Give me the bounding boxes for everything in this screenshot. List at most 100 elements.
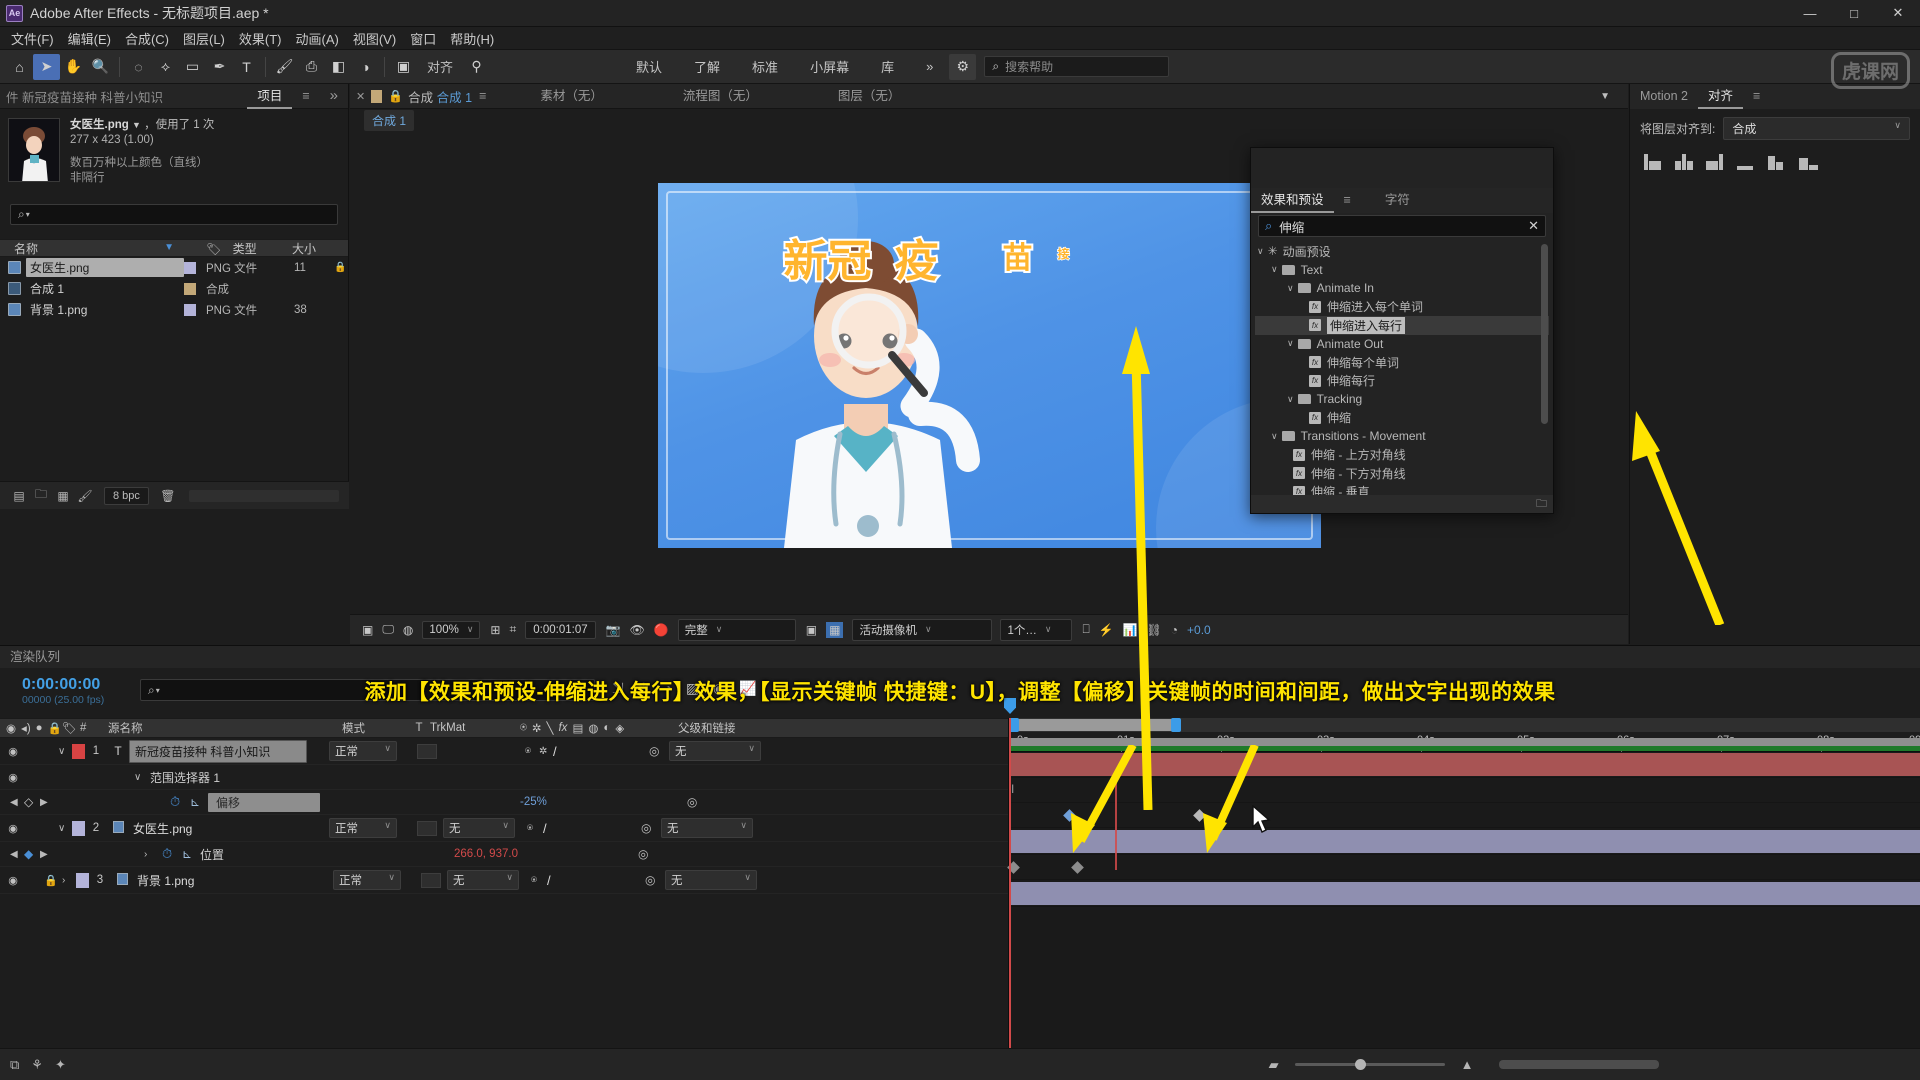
pen-tool-icon[interactable]: ✒ [206,54,233,80]
sort-descending-icon[interactable]: ▼ [164,242,174,253]
layer-trkmat-select[interactable]: 无 ∨ [443,818,515,838]
parent-pickwhip-icon[interactable]: ◎ [649,744,669,758]
menu-item-composition[interactable]: 合成(C) [118,27,176,50]
timeline-layer-row-1[interactable]: ◉ ∨ 1 T 新冠疫苗接种 科普小知识 正常 ∨ ⍟ ✲ / ◎ 无 ∨ [0,738,1008,765]
align-center-vertical-icon[interactable] [1768,150,1790,170]
align-to-select[interactable]: 合成 ∨ [1723,117,1910,140]
eraser-tool-icon[interactable]: ◧ [325,54,352,80]
timeline-search-input[interactable]: ⌕ ▾ [140,679,595,701]
workspace-overflow-icon[interactable]: » [910,59,949,74]
track-row-layer-3[interactable] [1009,880,1920,907]
column-header-size[interactable]: 大小 [292,240,348,257]
zoom-out-timeline-icon[interactable]: ▰ [1269,1057,1279,1073]
shy-switch-icon[interactable]: ⍟ [525,746,539,757]
tree-row-preset-stretch-diagonal-up[interactable]: fx 伸缩 - 上方对角线 [1255,446,1549,465]
filename-dropdown-icon[interactable]: ▼ [132,120,141,130]
menu-item-edit[interactable]: 编辑(E) [61,27,118,50]
property-value[interactable]: 266.0, 937.0 [454,848,518,860]
timeline-graph-icon[interactable]: 📊 [1123,623,1138,637]
selection-tool-icon[interactable]: ➤ [33,53,60,80]
menu-item-window[interactable]: 窗口 [403,27,443,50]
rect-mask-tool-icon[interactable]: ▭ [179,54,206,80]
label-swatch[interactable] [184,282,196,295]
pan-behind-tool-icon[interactable]: ⟡ [152,54,179,80]
lock-icon[interactable]: 🔒 [44,874,62,887]
tab-effects-and-presets[interactable]: 效果和预设 [1251,188,1334,213]
layer-label-color[interactable] [72,820,85,836]
toggle-switches-modes-icon[interactable]: ⧉ [10,1057,19,1073]
hide-shy-layers-icon[interactable]: ◔ [663,680,671,697]
layer-parent-select[interactable]: 无 ∨ [661,818,753,838]
property-video-toggle-icon[interactable]: ◉ [0,771,26,784]
timeline-zoom-slider[interactable] [1294,1059,1445,1070]
video-toggle-icon[interactable]: ◉ [0,874,26,887]
label-swatch[interactable] [184,303,196,316]
layer-label-color[interactable] [76,872,89,888]
tree-row-animation-presets[interactable]: ∨ ✳ 动画预设 [1255,242,1549,261]
brush-tool-icon[interactable]: 🖌 [271,54,298,80]
collapse-transform-icon[interactable]: ✲ [539,746,553,757]
tab-layer[interactable]: 图层（无） [798,84,941,109]
quality-switch-icon[interactable]: / [543,821,565,836]
quality-switch-icon[interactable]: / [547,873,569,888]
tree-row-animate-in[interactable]: ∨ Animate In [1255,279,1549,298]
main-viewer-icon[interactable]: ▣ [362,623,373,637]
layer-parent-select[interactable]: 无 ∨ [669,741,761,761]
work-area-end-handle[interactable] [1171,718,1181,732]
menu-item-layer[interactable]: 图层(L) [176,27,232,50]
expand-property-icon[interactable]: › [144,849,162,860]
clone-stamp-tool-icon[interactable]: ⎙ [298,54,325,80]
menu-item-effect[interactable]: 效果(T) [232,27,289,50]
workspace-smallscreen[interactable]: 小屏幕 [794,57,865,76]
layer-duration-bar[interactable] [1009,753,1920,776]
roto-brush-tool-icon[interactable]: ◑ [352,54,379,80]
tab-composition-1[interactable]: 合成 合成 1 [408,87,472,106]
tree-row-preset-stretch-in-each-line[interactable]: fx 伸缩进入每行 [1255,316,1549,335]
timeline-property-offset[interactable]: ◀ ◇ ▶ ⏱ ⊾ 偏移 -25% ◎ [0,790,1008,815]
chevron-down-icon[interactable]: ∨ [1271,264,1278,275]
parent-pickwhip-icon[interactable]: ◎ [687,795,697,809]
keyframe-offset-1[interactable] [1063,809,1076,822]
composition-menu-icon[interactable]: ≡ [472,84,500,109]
timeline-layer-row-2[interactable]: ◉ ∨ 2 女医生.png 正常 ∨ 无 ∨ ⍟ / ◎ 无 ∨ [0,815,1008,842]
project-panel-expand-icon[interactable]: » [320,84,348,109]
frame-blending-icon[interactable]: ▨ [686,680,699,697]
views-select[interactable]: 1个… ∨ [1000,618,1073,641]
pixel-aspect-icon[interactable]: ⎕ [1082,622,1089,637]
menu-item-help[interactable]: 帮助(H) [443,27,501,50]
snapshot-icon[interactable]: 📷 [606,623,621,637]
tab-character[interactable]: 字符 [1375,188,1420,213]
workspace-standard[interactable]: 标准 [736,57,794,76]
lock-icon[interactable]: 🔒 [334,262,348,273]
region-interest-toggle-icon[interactable]: ▣ [806,623,817,637]
stopwatch-icon[interactable]: ⏱ [162,846,182,862]
layer-duration-bar[interactable] [1009,882,1920,905]
current-time-indicator[interactable] [1004,698,1016,1048]
current-time-display[interactable]: 0:00:01:07 [525,620,596,639]
track-row-layer-1[interactable] [1009,751,1920,778]
home-icon[interactable]: ⌂ [6,54,33,80]
workspace-settings-icon[interactable]: ⚙ [949,53,977,80]
layer-source-name[interactable]: 背景 1.png [133,872,311,889]
puppet-tool-icon[interactable]: ⚲ [463,54,490,80]
new-folder-icon[interactable]: 🗀 [1536,495,1547,514]
chevron-down-icon[interactable]: ∨ [1287,338,1294,349]
workspace-library[interactable]: 库 [865,57,910,76]
fast-preview-icon[interactable]: ⚡ [1099,623,1114,637]
workspace-learn[interactable]: 了解 [678,57,736,76]
clear-search-icon[interactable]: ✕ [1528,218,1539,234]
tab-project[interactable]: 项目 [247,84,293,109]
new-comp-icon[interactable]: ▦ [52,486,74,506]
align-left-icon[interactable] [1644,150,1666,170]
minimize-button[interactable]: — [1788,0,1832,26]
tree-row-transitions-movement[interactable]: ∨ Transitions - Movement [1255,427,1549,446]
effects-search-input[interactable]: ⌕ 伸缩 ✕ [1258,215,1546,237]
workspace-default[interactable]: 默认 [620,57,678,76]
expand-layer-icon[interactable]: ∨ [58,746,72,757]
lock-tab-icon[interactable]: 🔒 [388,89,403,103]
align-panel-icon[interactable]: ▣ [390,54,417,80]
project-settings-icon[interactable]: ▤ [8,486,30,506]
zoom-tool-icon[interactable]: 🔍 [87,54,114,80]
video-toggle-icon[interactable]: ◉ [0,745,26,758]
layer-source-name[interactable]: 女医生.png [129,820,307,837]
